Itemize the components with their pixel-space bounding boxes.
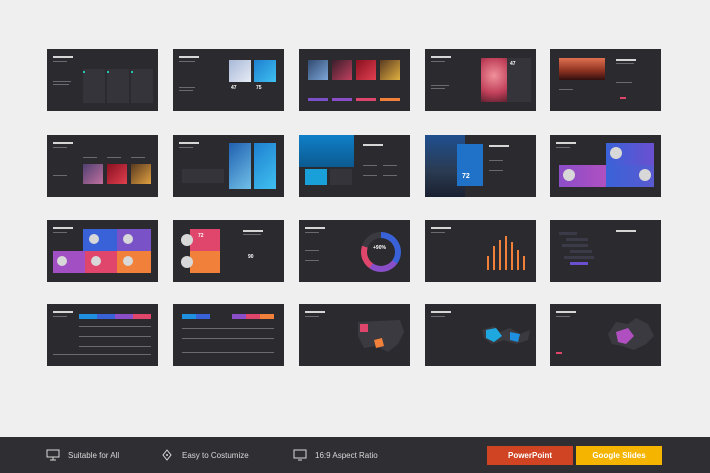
slide-thumbnail[interactable] [550,304,661,366]
presentation-icon [46,449,60,461]
feature-customize: Easy to Costumize [160,437,249,473]
slide-thumbnail[interactable] [47,49,158,111]
google-slides-button[interactable]: Google Slides [576,446,662,465]
slide-thumbnail[interactable] [47,135,158,197]
slide-thumbnail[interactable]: 72 [425,135,536,197]
slide-thumbnail[interactable] [425,220,536,282]
stat-number: 72 [198,233,204,239]
slide-thumbnail[interactable] [47,220,158,282]
slide-thumbnail[interactable] [173,135,284,197]
feature-aspect: 16:9 Aspect Ratio [293,437,378,473]
feature-label: Easy to Costumize [182,450,249,460]
slide-thumbnail[interactable] [299,135,410,197]
slide-thumbnail[interactable] [425,304,536,366]
slide-thumbnail[interactable]: +90% [299,220,410,282]
stat-number: 47 [510,61,516,67]
stat-number: 75 [256,85,262,91]
slide-thumbnail[interactable] [299,49,410,111]
slide-thumbnail[interactable]: 47 [425,49,536,111]
feature-label: 16:9 Aspect Ratio [315,450,378,460]
stat-number: 47 [231,85,237,91]
slide-thumbnail[interactable] [550,220,661,282]
feature-label: Suitable for All [68,450,120,460]
donut-label: +90% [373,245,386,251]
stat-number: 90 [248,254,254,260]
slide-thumbnail[interactable]: 72 90 [173,220,284,282]
powerpoint-button[interactable]: PowerPoint [487,446,573,465]
stat-number: 72 [462,173,470,180]
slide-thumbnail[interactable] [550,135,661,197]
slide-thumbnail[interactable] [47,304,158,366]
monitor-icon [293,449,307,461]
slides-grid: 47 75 47 72 72 90 +90% [47,49,661,369]
slide-thumbnail[interactable]: 47 75 [173,49,284,111]
slide-thumbnail[interactable] [550,49,661,111]
slide-thumbnail[interactable] [173,304,284,366]
slide-thumbnail[interactable] [299,304,410,366]
page: 47 75 47 72 72 90 +90% Suitable for All … [0,0,710,473]
pen-tool-icon [160,449,174,461]
feature-suitable: Suitable for All [46,437,119,473]
